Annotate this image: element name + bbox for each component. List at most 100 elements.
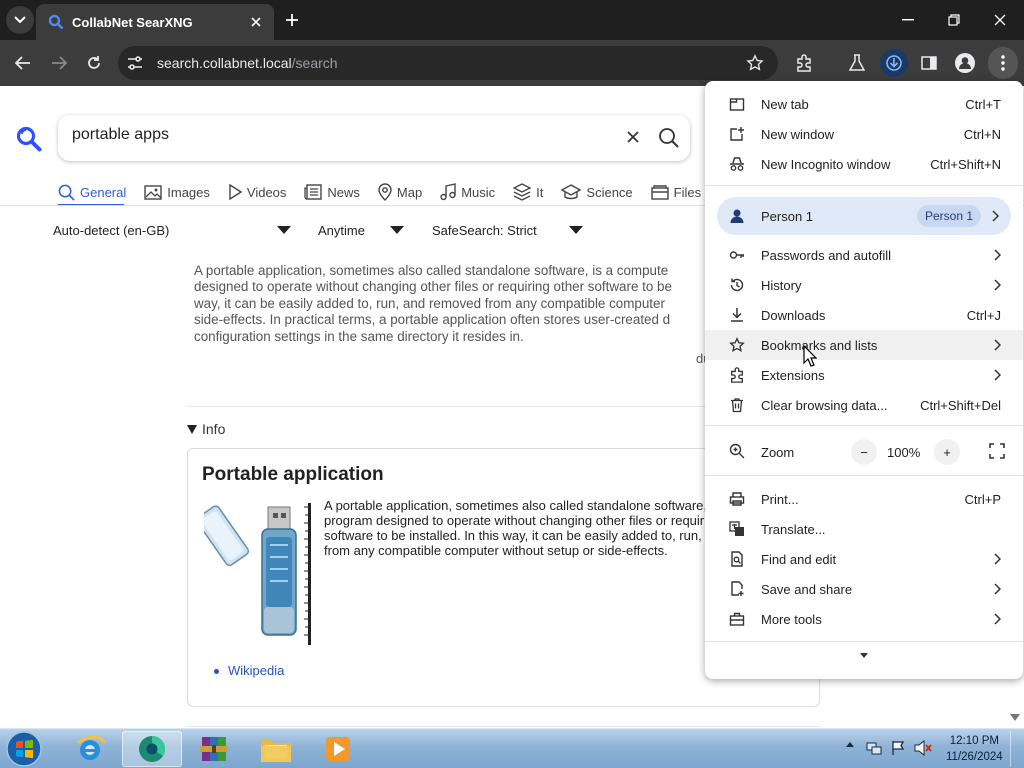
- taskbar-internet-explorer-icon[interactable]: [60, 731, 120, 767]
- search-box: [58, 115, 690, 161]
- map-pin-icon: [378, 183, 392, 201]
- zoom-label: Zoom: [761, 445, 795, 460]
- restore-icon[interactable]: [944, 10, 964, 30]
- tab-it[interactable]: It: [513, 180, 543, 204]
- volume-muted-icon[interactable]: [914, 740, 932, 756]
- tab-label: It: [536, 184, 544, 200]
- search-input[interactable]: [72, 126, 592, 144]
- tab-news[interactable]: News: [304, 180, 360, 204]
- show-hidden-icons-icon[interactable]: [846, 741, 854, 747]
- download-progress-icon[interactable]: [880, 49, 908, 77]
- newspaper-icon: [304, 184, 323, 200]
- infobox-line: A portable application, sometimes also c…: [324, 498, 707, 513]
- menu-label: New tab: [761, 97, 809, 112]
- bookmark-star-icon[interactable]: [746, 54, 764, 72]
- browser-tab[interactable]: CollabNet SearXNG: [36, 4, 274, 40]
- forward-arrow-icon[interactable]: [48, 52, 70, 74]
- image-icon: [144, 184, 162, 200]
- new-tab-plus-icon[interactable]: [282, 10, 302, 30]
- zoom-in-button[interactable]: +: [934, 439, 960, 465]
- safesearch-filter[interactable]: SafeSearch: Strict: [432, 223, 537, 238]
- divider: [187, 726, 820, 727]
- fullscreen-icon[interactable]: [987, 441, 1007, 461]
- info-toggle[interactable]: Info: [187, 421, 225, 437]
- close-tab-icon[interactable]: [246, 12, 266, 32]
- star-icon: [729, 337, 745, 352]
- taskbar-browser-icon[interactable]: [122, 731, 182, 767]
- language-dropdown-icon[interactable]: [277, 226, 291, 234]
- site-info-icon[interactable]: [126, 54, 144, 72]
- menu-label: History: [761, 278, 802, 293]
- windows-taskbar: 12:10 PM 11/26/2024: [0, 728, 1024, 768]
- scroll-down-arrow-icon[interactable]: [1010, 714, 1020, 722]
- tab-science[interactable]: Science: [561, 180, 633, 204]
- menu-more-chevron-icon[interactable]: [860, 653, 868, 658]
- time-dropdown-icon[interactable]: [390, 226, 404, 234]
- menu-item-new-tab[interactable]: New tab Ctrl+T: [705, 89, 1023, 119]
- language-filter[interactable]: Auto-detect (en-GB): [53, 223, 169, 238]
- time-filter[interactable]: Anytime: [318, 223, 365, 238]
- action-center-flag-icon[interactable]: [890, 740, 906, 756]
- zoom-out-button[interactable]: −: [851, 439, 877, 465]
- profile-avatar-icon[interactable]: [954, 52, 976, 74]
- menu-item-bookmarks[interactable]: Bookmarks and lists: [705, 330, 1023, 360]
- new-tab-icon: [729, 98, 745, 111]
- tab-general[interactable]: General: [58, 180, 126, 204]
- taskbar-media-player-icon[interactable]: [308, 731, 368, 767]
- wikipedia-link[interactable]: Wikipedia: [228, 663, 284, 678]
- clear-search-icon[interactable]: [624, 128, 642, 146]
- person-icon: [730, 209, 744, 223]
- list-bullet: [214, 669, 219, 674]
- show-desktop-button[interactable]: [1010, 731, 1022, 767]
- address-bar[interactable]: search.collabnet.local/search: [118, 46, 778, 80]
- side-panel-icon[interactable]: [918, 52, 940, 74]
- menu-item-more-tools[interactable]: More tools: [705, 604, 1023, 634]
- tab-search-button[interactable]: [6, 6, 34, 34]
- menu-item-find-edit[interactable]: Find and edit: [705, 544, 1023, 574]
- menu-item-incognito[interactable]: New Incognito window Ctrl+Shift+N: [705, 149, 1023, 179]
- chevron-right-icon: [992, 210, 999, 222]
- tab-files[interactable]: Files: [650, 180, 701, 204]
- back-arrow-icon[interactable]: [12, 52, 34, 74]
- menu-item-passwords[interactable]: Passwords and autofill: [705, 240, 1023, 270]
- tab-label: Images: [167, 184, 210, 200]
- start-button-icon[interactable]: [4, 730, 44, 768]
- menu-item-history[interactable]: History: [705, 270, 1023, 300]
- translate-icon: [729, 521, 744, 536]
- menu-item-save-share[interactable]: Save and share: [705, 574, 1023, 604]
- safesearch-dropdown-icon[interactable]: [569, 226, 583, 234]
- menu-item-new-window[interactable]: New window Ctrl+N: [705, 119, 1023, 149]
- search-submit-icon[interactable]: [658, 127, 680, 149]
- tab-map[interactable]: Map: [378, 180, 422, 204]
- menu-item-print[interactable]: Print... Ctrl+P: [705, 484, 1023, 514]
- menu-kebab-icon[interactable]: [988, 47, 1018, 79]
- menu-item-downloads[interactable]: Downloads Ctrl+J: [705, 300, 1023, 330]
- searxng-logo-icon[interactable]: [16, 126, 42, 152]
- tab-label: News: [327, 184, 360, 200]
- reload-icon[interactable]: [83, 52, 105, 74]
- taskbar-winrar-icon[interactable]: [184, 731, 244, 767]
- minimize-icon[interactable]: [898, 10, 918, 30]
- menu-item-extensions[interactable]: Extensions: [705, 360, 1023, 390]
- menu-label: Find and edit: [761, 552, 837, 567]
- labs-flask-icon[interactable]: [846, 52, 868, 74]
- browser-toolbar: search.collabnet.local/search: [0, 40, 1024, 112]
- close-window-icon[interactable]: [990, 10, 1010, 30]
- system-clock[interactable]: 12:10 PM 11/26/2024: [946, 733, 1003, 765]
- tab-music[interactable]: Music: [440, 180, 495, 204]
- answer-line: designed to operate without changing oth…: [194, 279, 672, 295]
- menu-item-translate[interactable]: Translate...: [705, 514, 1023, 544]
- tab-images[interactable]: Images: [144, 180, 210, 204]
- infobox-line: program designed to operate without chan…: [324, 513, 708, 528]
- menu-label: More tools: [761, 612, 822, 627]
- menu-item-person[interactable]: Person 1 Person 1: [717, 197, 1011, 235]
- graduation-cap-icon: [561, 184, 582, 200]
- new-window-icon: [730, 127, 744, 141]
- tab-videos[interactable]: Videos: [228, 180, 286, 204]
- menu-label: Extensions: [761, 368, 825, 383]
- extensions-puzzle-icon[interactable]: [793, 52, 815, 74]
- taskbar-explorer-folder-icon[interactable]: [246, 731, 306, 767]
- network-icon[interactable]: [866, 740, 882, 756]
- menu-item-clear-data[interactable]: Clear browsing data... Ctrl+Shift+Del: [705, 390, 1023, 420]
- menu-label: Save and share: [761, 582, 853, 597]
